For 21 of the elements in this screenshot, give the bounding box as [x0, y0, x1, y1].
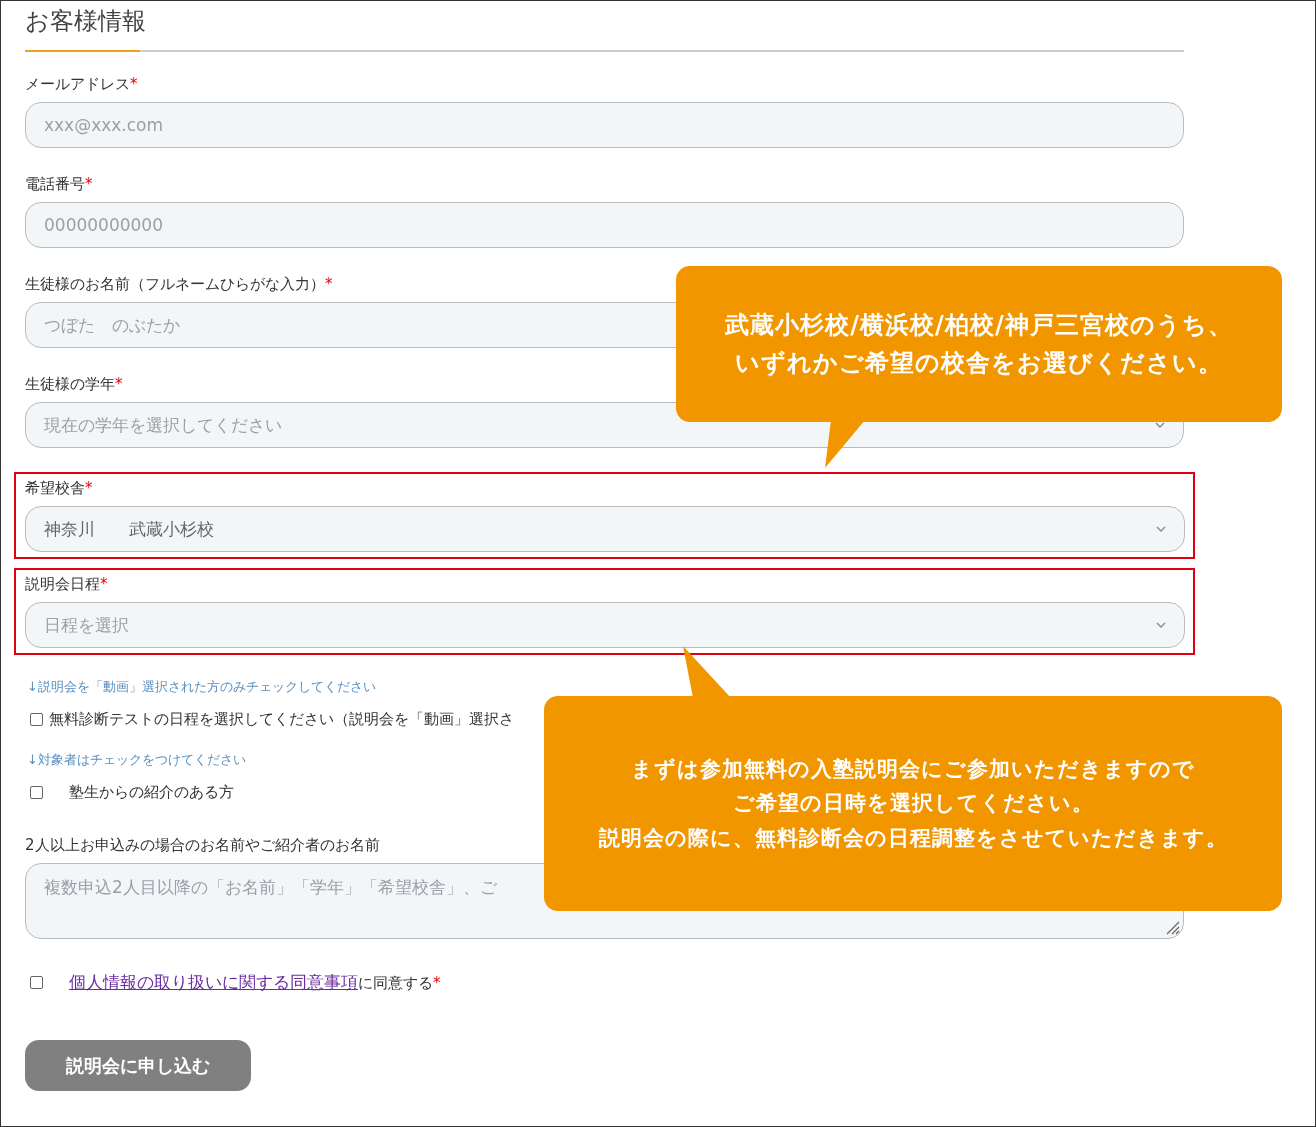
consent-link[interactable]: 個人情報の取り扱いに関する同意事項 [69, 972, 358, 992]
field-label: 説明会日程* [25, 574, 108, 594]
hint-text: ↓説明会を「動画」選択された方のみチェックしてください [27, 678, 376, 696]
select-field[interactable]: 日程を選択 [25, 602, 1185, 648]
callout-tooltip: まずは参加無料の入塾説明会にご参加いただきますので ご希望の日時を選択してください。 説明会の際に、無料診断会の日程調整をさせていただきます。 [544, 696, 1282, 911]
checkbox-label: 無料診断テストの日程を選択してください（説明会を「動画」選択さ [49, 710, 514, 729]
hint-text: ↓対象者はチェックをつけてください [27, 751, 246, 769]
field-label: 電話番号* [25, 174, 93, 194]
checkbox-label: 塾生からの紹介のある方 [69, 783, 234, 802]
section-title: お客様情報 [25, 6, 146, 37]
consent-label: 個人情報の取り扱いに関する同意事項に同意する* [69, 971, 441, 994]
field-label: 生徒様の学年* [25, 374, 123, 394]
input-field[interactable]: 00000000000 [25, 202, 1184, 248]
select-field[interactable]: 神奈川 武蔵小杉校 [25, 506, 1185, 552]
field-label: 2人以上お申込みの場合のお名前やご紹介者のお名前 [25, 835, 380, 855]
field-label: 生徒様のお名前（フルネームひらがな入力）* [25, 274, 333, 294]
input-field[interactable]: xxx@xxx.com [25, 102, 1184, 148]
field-label: メールアドレス* [25, 74, 138, 94]
field-label: 希望校舎* [25, 478, 93, 498]
submit-button[interactable]: 説明会に申し込む [25, 1040, 251, 1091]
callout-tooltip: 武蔵小杉校/横浜校/柏校/神戸三宮校のうち、 いずれかご希望の校舎をお選びください。 [676, 266, 1282, 422]
